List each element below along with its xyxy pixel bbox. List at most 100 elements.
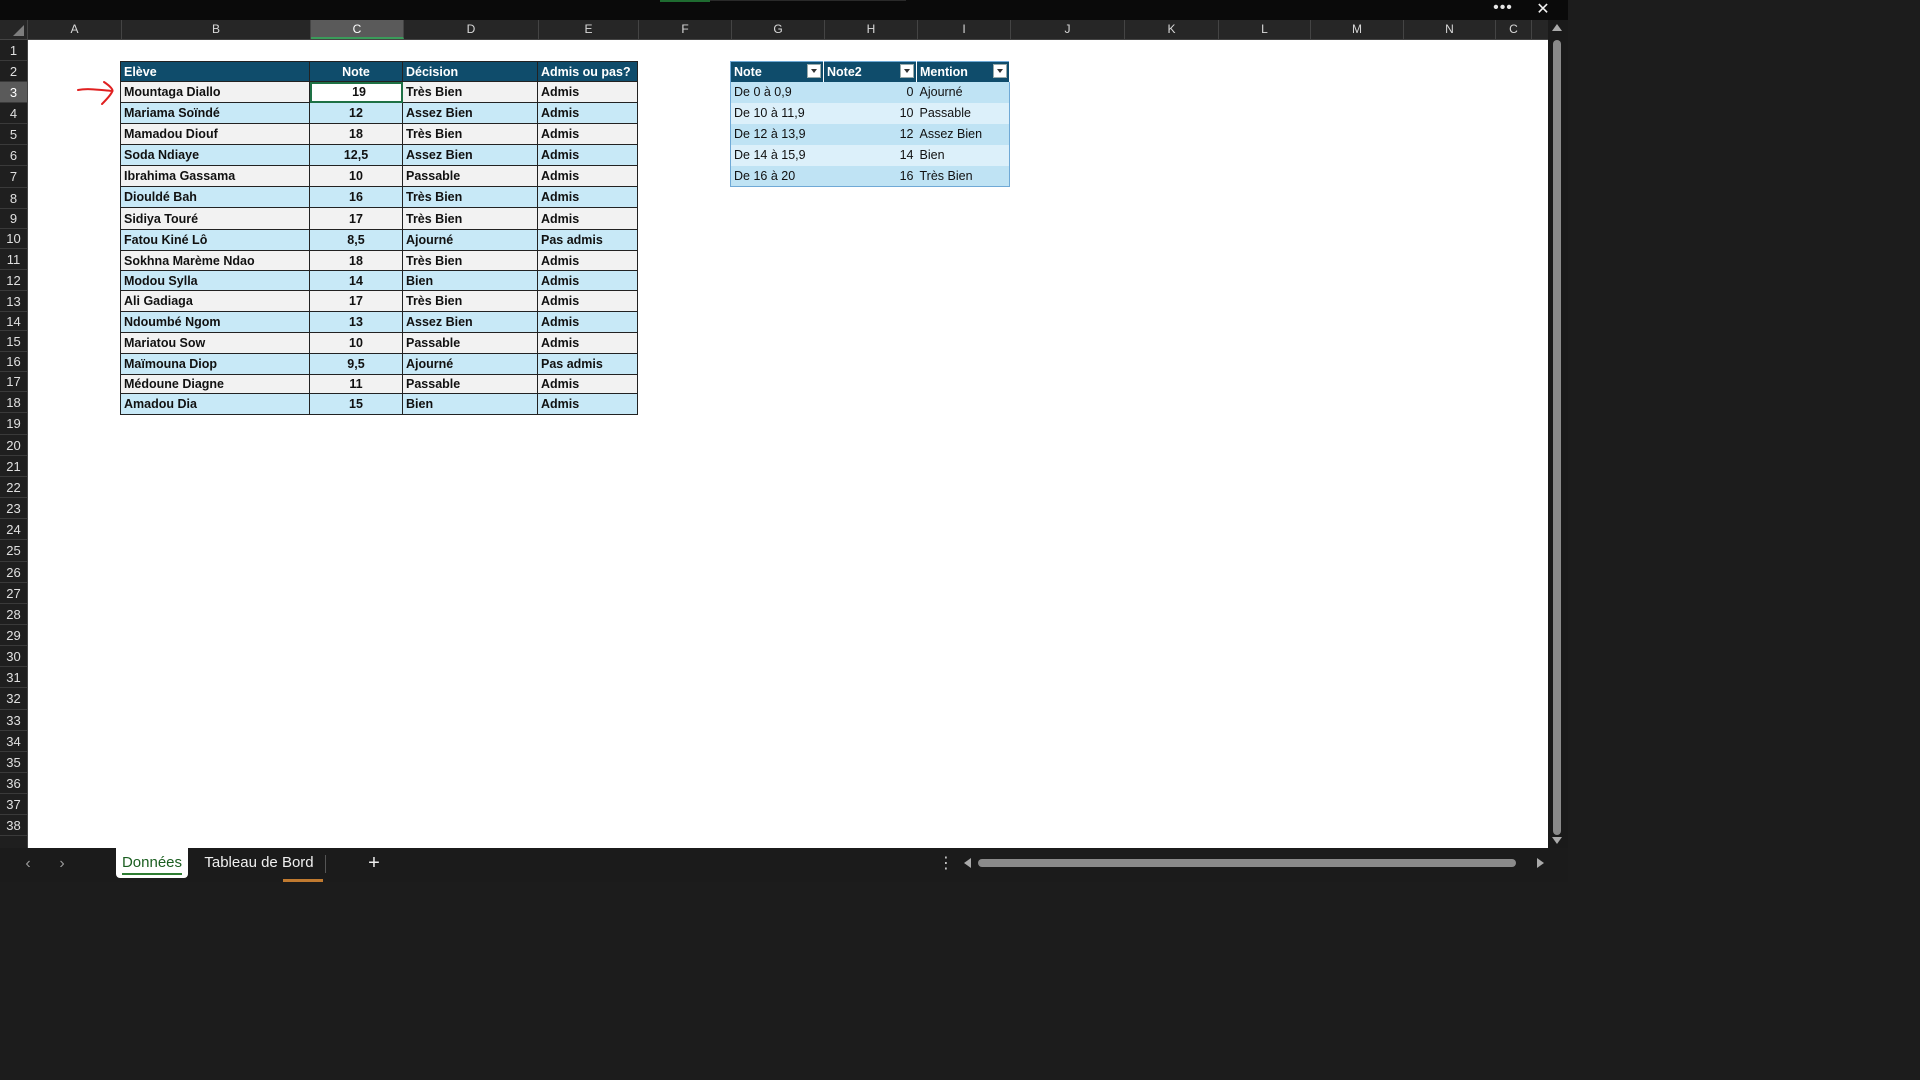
cell-decision[interactable]: Passable xyxy=(402,332,538,354)
cell-note[interactable]: 8,5 xyxy=(309,229,403,251)
cell-decision[interactable]: Très Bien xyxy=(402,207,538,230)
row-header-18[interactable]: 18 xyxy=(0,392,27,413)
column-header-c[interactable]: C xyxy=(1496,20,1532,39)
row-header-21[interactable]: 21 xyxy=(0,456,27,477)
scroll-down-icon[interactable] xyxy=(1552,837,1562,844)
cell-eleve[interactable]: Ali Gadiaga xyxy=(120,290,310,312)
cell-decision[interactable]: Très Bien xyxy=(402,81,538,103)
row-header-20[interactable]: 20 xyxy=(0,435,27,456)
cell-note[interactable]: 12 xyxy=(309,102,403,124)
mention-cell-note2[interactable]: 16 xyxy=(823,165,917,187)
cell-decision[interactable]: Passable xyxy=(402,374,538,394)
row-header-12[interactable]: 12 xyxy=(0,270,27,291)
header-admis[interactable]: Admis ou pas? xyxy=(537,61,638,82)
column-header-j[interactable]: J xyxy=(1011,20,1125,39)
column-header-i[interactable]: I xyxy=(918,20,1011,39)
row-header-19[interactable]: 19 xyxy=(0,413,27,435)
row-header-25[interactable]: 25 xyxy=(0,540,27,562)
select-all-corner[interactable] xyxy=(0,20,28,39)
cell-note[interactable]: 17 xyxy=(309,207,403,230)
row-header-36[interactable]: 36 xyxy=(0,773,27,794)
column-header-f[interactable]: F xyxy=(639,20,732,39)
cell-admis[interactable]: Admis xyxy=(537,144,638,166)
mention-cell-note[interactable]: De 12 à 13,9 xyxy=(730,123,824,145)
mention-cell-note[interactable]: De 10 à 11,9 xyxy=(730,102,824,124)
row-header-1[interactable]: 1 xyxy=(0,40,27,61)
mention-cell-mention[interactable]: Assez Bien xyxy=(916,123,1010,145)
row-header-6[interactable]: 6 xyxy=(0,145,27,166)
row-header-16[interactable]: 16 xyxy=(0,352,27,372)
row-header-27[interactable]: 27 xyxy=(0,583,27,604)
cell-eleve[interactable]: Mariatou Sow xyxy=(120,332,310,354)
cell-eleve[interactable]: Médoune Diagne xyxy=(120,374,310,394)
active-cell[interactable]: 19 xyxy=(309,81,403,103)
row-header-14[interactable]: 14 xyxy=(0,312,27,331)
cell-note[interactable]: 13 xyxy=(309,311,403,333)
row-header-30[interactable]: 30 xyxy=(0,646,27,667)
cell-decision[interactable]: Très Bien xyxy=(402,290,538,312)
cell-admis[interactable]: Admis xyxy=(537,207,638,230)
cell-decision[interactable]: Très Bien xyxy=(402,250,538,271)
cell-decision[interactable]: Assez Bien xyxy=(402,144,538,166)
header-eleve[interactable]: Elève xyxy=(120,61,310,82)
row-header-13[interactable]: 13 xyxy=(0,291,27,312)
horizontal-scroll-thumb[interactable] xyxy=(978,859,1516,867)
close-icon[interactable]: ✕ xyxy=(1530,0,1556,20)
row-header-2[interactable]: 2 xyxy=(0,61,27,82)
cell-note[interactable]: 14 xyxy=(309,270,403,291)
row-header-31[interactable]: 31 xyxy=(0,667,27,688)
row-header-33[interactable]: 33 xyxy=(0,710,27,731)
cell-note[interactable]: 10 xyxy=(309,165,403,187)
column-header-a[interactable]: A xyxy=(28,20,122,39)
cell-note[interactable]: 15 xyxy=(309,393,403,415)
cell-admis[interactable]: Admis xyxy=(537,102,638,124)
column-header-n[interactable]: N xyxy=(1404,20,1496,39)
cell-eleve[interactable]: Soda Ndiaye xyxy=(120,144,310,166)
add-sheet-button[interactable]: + xyxy=(363,850,385,876)
column-header-g[interactable]: G xyxy=(732,20,825,39)
cell-admis[interactable]: Admis xyxy=(537,250,638,271)
column-header-c[interactable]: C xyxy=(311,20,404,39)
row-header-4[interactable]: 4 xyxy=(0,103,27,124)
cell-admis[interactable]: Admis xyxy=(537,123,638,145)
cell-decision[interactable]: Très Bien xyxy=(402,123,538,145)
mention-cell-note[interactable]: De 0 à 0,9 xyxy=(730,81,824,103)
cell-eleve[interactable]: Amadou Dia xyxy=(120,393,310,415)
cell-note[interactable]: 9,5 xyxy=(309,353,403,375)
cell-eleve[interactable]: Mamadou Diouf xyxy=(120,123,310,145)
cell-admis[interactable]: Admis xyxy=(537,186,638,208)
cell-decision[interactable]: Ajourné xyxy=(402,353,538,375)
cell-note[interactable]: 18 xyxy=(309,123,403,145)
filter-dropdown-icon[interactable] xyxy=(900,64,914,78)
row-header-28[interactable]: 28 xyxy=(0,604,27,625)
mention-cell-mention[interactable]: Bien xyxy=(916,144,1010,166)
mention-cell-mention[interactable]: Ajourné xyxy=(916,81,1010,103)
scroll-right-icon[interactable] xyxy=(1537,858,1544,868)
cell-decision[interactable]: Assez Bien xyxy=(402,311,538,333)
cell-note[interactable]: 18 xyxy=(309,250,403,271)
row-header-5[interactable]: 5 xyxy=(0,124,27,145)
row-header-11[interactable]: 11 xyxy=(0,249,27,270)
row-header-34[interactable]: 34 xyxy=(0,731,27,752)
column-header-b[interactable]: B xyxy=(122,20,311,39)
filter-dropdown-icon[interactable] xyxy=(993,64,1007,78)
cell-decision[interactable]: Passable xyxy=(402,165,538,187)
mention-cell-note[interactable]: De 14 à 15,9 xyxy=(730,144,824,166)
scroll-left-icon[interactable] xyxy=(964,858,971,868)
mention-cell-note2[interactable]: 14 xyxy=(823,144,917,166)
cell-admis[interactable]: Admis xyxy=(537,332,638,354)
cell-eleve[interactable]: Ibrahima Gassama xyxy=(120,165,310,187)
row-header-10[interactable]: 10 xyxy=(0,229,27,249)
row-header-29[interactable]: 29 xyxy=(0,625,27,646)
cell-decision[interactable]: Ajourné xyxy=(402,229,538,251)
more-options-button[interactable]: ••• xyxy=(1490,0,1516,20)
cell-eleve[interactable]: Diouldé Bah xyxy=(120,186,310,208)
mention-cell-mention[interactable]: Passable xyxy=(916,102,1010,124)
row-header-32[interactable]: 32 xyxy=(0,688,27,710)
cell-admis[interactable]: Admis xyxy=(537,393,638,415)
column-header-k[interactable]: K xyxy=(1125,20,1219,39)
column-header-h[interactable]: H xyxy=(825,20,918,39)
row-header-3[interactable]: 3 xyxy=(0,82,27,103)
row-header-7[interactable]: 7 xyxy=(0,166,27,188)
column-header-m[interactable]: M xyxy=(1311,20,1404,39)
